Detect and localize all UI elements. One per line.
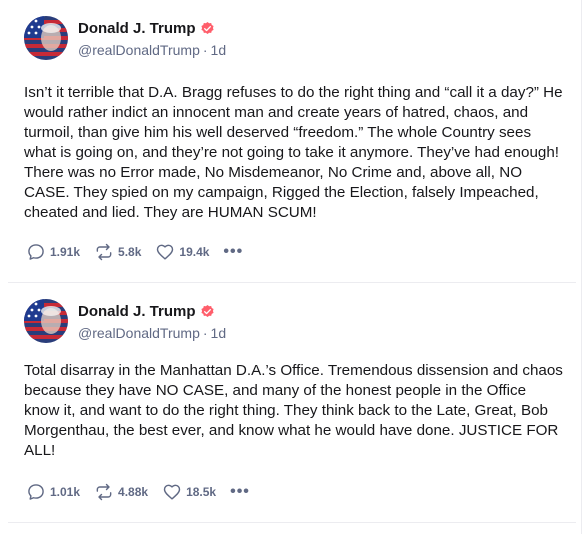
author-name-row: Donald J. Trump — [78, 303, 215, 320]
post-body: Total disarray in the Manhattan D.A.’s O… — [24, 362, 563, 459]
meta-separator: · — [202, 325, 208, 341]
post-header: Donald J. Trump @realDonaldTrump · 1d — [24, 16, 524, 66]
more-options-icon[interactable]: ••• — [223, 244, 243, 260]
like-count: 19.4k — [179, 245, 210, 259]
reply-count: 1.91k — [50, 245, 81, 259]
heart-icon — [157, 244, 174, 260]
author-handle[interactable]: @realDonaldTrump — [78, 325, 200, 341]
author-name[interactable]: Donald J. Trump — [78, 20, 196, 37]
meta-separator: · — [202, 42, 208, 58]
post-age[interactable]: 1d — [211, 325, 227, 341]
reply-button[interactable]: 1.01k — [26, 482, 80, 502]
flag-avatar-icon — [24, 299, 68, 343]
retruth-count: 5.8k — [118, 245, 142, 259]
post-1[interactable]: Donald J. Trump @realDonaldTrump · 1d Isn’… — [8, 0, 576, 283]
reply-count: 1.01k — [50, 485, 81, 499]
like-button[interactable]: 19.4k — [155, 242, 209, 262]
column-divider — [581, 0, 582, 534]
avatar[interactable] — [24, 16, 68, 60]
post-body: Isn’t it terrible that D.A. Bragg refuse… — [24, 84, 563, 221]
author-handle[interactable]: @realDonaldTrump — [78, 42, 200, 58]
verified-badge-icon — [200, 21, 215, 36]
author-name-row: Donald J. Trump — [78, 20, 215, 37]
retruth-icon — [96, 483, 112, 501]
reply-icon — [28, 244, 44, 260]
flag-avatar-icon — [24, 16, 68, 60]
retruth-count: 4.88k — [118, 485, 149, 499]
author-meta: @realDonaldTrump · 1d — [78, 325, 226, 341]
post-actions: 1.91k 5.8k 19.4k ••• — [26, 242, 243, 262]
avatar[interactable] — [24, 299, 68, 343]
retruth-icon — [96, 243, 112, 261]
post-actions: 1.01k 4.88k 18.5k ••• — [26, 482, 250, 502]
like-count: 18.5k — [186, 485, 217, 499]
more-options-icon[interactable]: ••• — [230, 484, 250, 500]
heart-icon — [163, 484, 181, 500]
retruth-button[interactable]: 4.88k — [94, 482, 148, 502]
reply-icon — [28, 484, 44, 500]
like-button[interactable]: 18.5k — [162, 482, 216, 502]
author-name[interactable]: Donald J. Trump — [78, 303, 196, 320]
reply-button[interactable]: 1.91k — [26, 242, 80, 262]
author-meta: @realDonaldTrump · 1d — [78, 42, 226, 58]
post-age[interactable]: 1d — [211, 42, 227, 58]
post-2[interactable]: Donald J. Trump @realDonaldTrump · 1d Tota… — [8, 283, 576, 523]
retruth-button[interactable]: 5.8k — [94, 242, 141, 262]
verified-badge-icon — [200, 304, 215, 319]
post-header: Donald J. Trump @realDonaldTrump · 1d — [24, 299, 524, 349]
timeline-feed: Donald J. Trump @realDonaldTrump · 1d Isn’… — [0, 0, 586, 534]
